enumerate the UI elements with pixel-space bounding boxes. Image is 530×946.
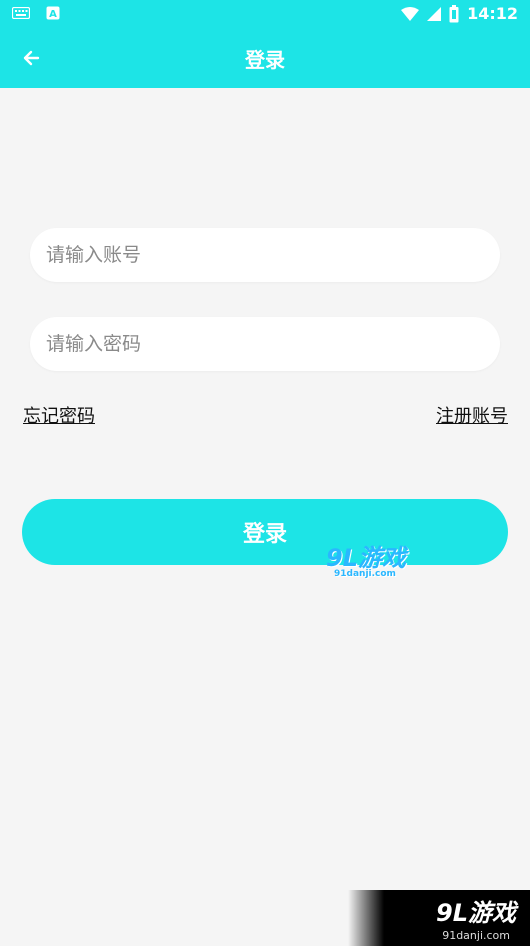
password-field [30, 317, 500, 371]
watermark-overlay: 9L游戏 91danji.com [326, 538, 406, 579]
watermark-url: 91danji.com [334, 569, 396, 579]
app-bar: 登录 [0, 28, 530, 88]
corner-watermark-url: 91danji.com [442, 929, 510, 942]
login-button[interactable]: 登录 [22, 499, 508, 565]
signal-icon [427, 6, 442, 21]
status-right-icons: 14:12 [401, 4, 518, 23]
keyboard-icon [12, 7, 30, 19]
svg-text:A: A [49, 9, 57, 20]
page-title: 登录 [245, 48, 285, 72]
status-bar: A 14:12 [0, 0, 530, 28]
forgot-password-link[interactable]: 忘记密码 [23, 402, 95, 428]
battery-icon [449, 4, 459, 22]
corner-watermark: 9L游戏 91danji.com [348, 890, 530, 946]
register-account-link[interactable]: 注册账号 [436, 402, 508, 428]
account-field [30, 228, 500, 282]
password-input[interactable] [30, 317, 466, 371]
watermark-brand: 9L游戏 [326, 544, 406, 572]
status-time: 14:12 [467, 4, 518, 23]
corner-watermark-brand: 9L游戏 [436, 899, 516, 927]
a-notification-icon: A [46, 6, 60, 20]
status-left-icons: A [12, 6, 60, 20]
wifi-icon [401, 6, 420, 21]
account-input[interactable] [30, 228, 466, 282]
